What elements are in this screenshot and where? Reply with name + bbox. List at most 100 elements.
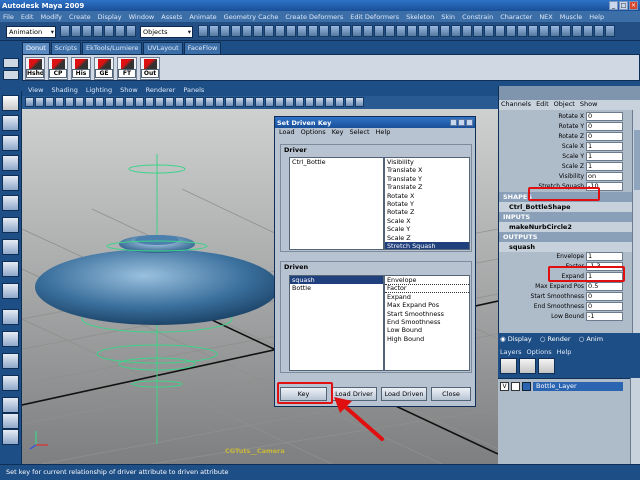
new-layer-selected-icon[interactable] <box>538 358 555 374</box>
paint-select-tool-icon[interactable] <box>2 135 19 151</box>
status-tool-icon[interactable] <box>429 25 439 37</box>
viewport-tool-icon[interactable] <box>325 97 334 107</box>
layout-custom-icon[interactable] <box>2 429 19 445</box>
channel-row-rotate-x[interactable]: Rotate X0 <box>499 112 640 122</box>
lasso-tool-icon[interactable] <box>2 115 19 131</box>
viewport-tool-icon[interactable] <box>115 97 124 107</box>
dialog-menu-help[interactable]: Help <box>376 128 391 138</box>
viewport-tool-icon[interactable] <box>205 97 214 107</box>
status-tool-icon[interactable] <box>374 25 384 37</box>
list-item-envelope[interactable]: Envelope <box>385 276 469 284</box>
channel-value[interactable]: 0.5 <box>586 282 623 291</box>
minimize-icon[interactable]: _ <box>609 1 618 10</box>
move-tool-icon[interactable] <box>2 155 19 171</box>
layout-persp-icon[interactable] <box>2 353 19 369</box>
layer-up-icon[interactable] <box>500 358 517 374</box>
viewport-tool-icon[interactable] <box>185 97 194 107</box>
new-layer-icon[interactable] <box>519 358 536 374</box>
list-item-factor[interactable]: Factor <box>385 284 469 293</box>
menu-animate[interactable]: Animate <box>189 13 216 21</box>
layout-four-icon[interactable] <box>2 331 19 347</box>
shelf-tab-ektools-lumiere[interactable]: EkTools/Lumiere <box>82 42 143 54</box>
status-tool-icon[interactable] <box>253 25 263 37</box>
channel-row-start-smoothness[interactable]: Start Smoothness 0 <box>499 292 640 302</box>
status-tool-icon[interactable] <box>561 25 571 37</box>
viewport-menu-lighting[interactable]: Lighting <box>86 86 112 96</box>
viewport-tool-icon[interactable] <box>35 97 44 107</box>
viewport-tool-icon[interactable] <box>215 97 224 107</box>
viewport-tool-icon[interactable] <box>245 97 254 107</box>
list-item-translate-y[interactable]: Translate Y <box>385 175 469 183</box>
menu-file[interactable]: File <box>3 13 14 21</box>
layer-name[interactable]: Bottle_Layer <box>533 381 623 391</box>
status-tool-icon[interactable] <box>242 25 252 37</box>
layer-row[interactable]: V Bottle_Layer <box>500 381 623 391</box>
viewport-menu-panels[interactable]: Panels <box>183 86 204 96</box>
channel-row-envelope[interactable]: Envelope 1 <box>499 252 640 262</box>
driven-attribute-list[interactable]: Envelope Factor Expand Max Expand Pos Start … <box>384 275 470 371</box>
layer-menu-options[interactable]: Options <box>527 348 552 356</box>
viewport-tool-icon[interactable] <box>295 97 304 107</box>
viewport-menu-view[interactable]: View <box>28 86 43 96</box>
list-item-scale-x[interactable]: Scale X <box>385 217 469 225</box>
status-tool-icon[interactable] <box>126 25 136 37</box>
list-item-expand[interactable]: Expand <box>385 293 469 301</box>
viewport-tool-icon[interactable] <box>165 97 174 107</box>
viewport-tool-icon[interactable] <box>155 97 164 107</box>
shelf-button-ft[interactable]: FT <box>117 57 137 80</box>
menu-create-deformers[interactable]: Create Deformers <box>285 13 343 21</box>
status-tool-icon[interactable] <box>330 25 340 37</box>
menu-display[interactable]: Display <box>98 13 122 21</box>
list-item-low-bound[interactable]: Low Bound <box>385 326 469 334</box>
dialog-close-icon[interactable] <box>466 119 473 126</box>
selection-mode-dropdown[interactable]: Objects <box>140 26 193 38</box>
viewport-tool-icon[interactable] <box>65 97 74 107</box>
channel-value[interactable]: 0 <box>586 302 623 311</box>
maximize-icon[interactable]: □ <box>619 1 628 10</box>
status-tool-icon[interactable] <box>115 25 125 37</box>
menu-set-dropdown[interactable]: Animation <box>6 26 56 38</box>
menu-assets[interactable]: Assets <box>161 13 182 21</box>
viewport-tool-icon[interactable] <box>105 97 114 107</box>
status-tool-icon[interactable] <box>539 25 549 37</box>
status-tool-icon[interactable] <box>583 25 593 37</box>
channel-value[interactable]: 1 <box>586 252 623 261</box>
shelf-menu-icon[interactable] <box>3 58 19 68</box>
layout-single-icon[interactable] <box>2 309 19 325</box>
select-tool-icon[interactable] <box>2 95 19 111</box>
menu-help[interactable]: Help <box>589 13 604 21</box>
shelf-button-hshd[interactable]: Hshd <box>25 57 45 80</box>
status-tool-icon[interactable] <box>528 25 538 37</box>
channel-row-rotate-z[interactable]: Rotate Z0 <box>499 132 640 142</box>
viewport-tool-icon[interactable] <box>85 97 94 107</box>
shelf-button-out[interactable]: Out <box>140 57 160 80</box>
menu-window[interactable]: Window <box>129 13 155 21</box>
channel-value[interactable]: 1 <box>586 152 623 161</box>
channel-value[interactable]: on <box>586 172 623 181</box>
channel-value[interactable]: 1 <box>586 162 623 171</box>
status-tool-icon[interactable] <box>286 25 296 37</box>
viewport-tool-icon[interactable] <box>315 97 324 107</box>
viewport-tool-icon[interactable] <box>335 97 344 107</box>
dialog-menu-key[interactable]: Key <box>332 128 344 138</box>
status-tool-icon[interactable] <box>93 25 103 37</box>
radio-render[interactable]: ○ Render <box>540 335 571 343</box>
layer-visibility-toggle[interactable]: V <box>500 381 509 391</box>
layer-type-toggle[interactable] <box>511 381 520 391</box>
list-item-visibility[interactable]: Visibility <box>385 158 469 166</box>
status-tool-icon[interactable] <box>440 25 450 37</box>
menu-character[interactable]: Character <box>500 13 532 21</box>
show-manipulator-icon[interactable] <box>2 261 19 277</box>
status-tool-icon[interactable] <box>418 25 428 37</box>
channel-row-low-bound[interactable]: Low Bound -1 <box>499 312 640 322</box>
layer-menu-help[interactable]: Help <box>557 348 572 356</box>
list-item-scale-z[interactable]: Scale Z <box>385 234 469 242</box>
last-tool-icon[interactable] <box>2 283 19 299</box>
viewport-tool-icon[interactable] <box>45 97 54 107</box>
status-tool-icon[interactable] <box>209 25 219 37</box>
viewport-tool-icon[interactable] <box>75 97 84 107</box>
dialog-menu-select[interactable]: Select <box>349 128 369 138</box>
viewport-tool-icon[interactable] <box>275 97 284 107</box>
driver-attribute-list[interactable]: Visibility Translate X Translate Y Translat… <box>384 157 470 250</box>
menu-nex[interactable]: NEX <box>539 13 552 21</box>
